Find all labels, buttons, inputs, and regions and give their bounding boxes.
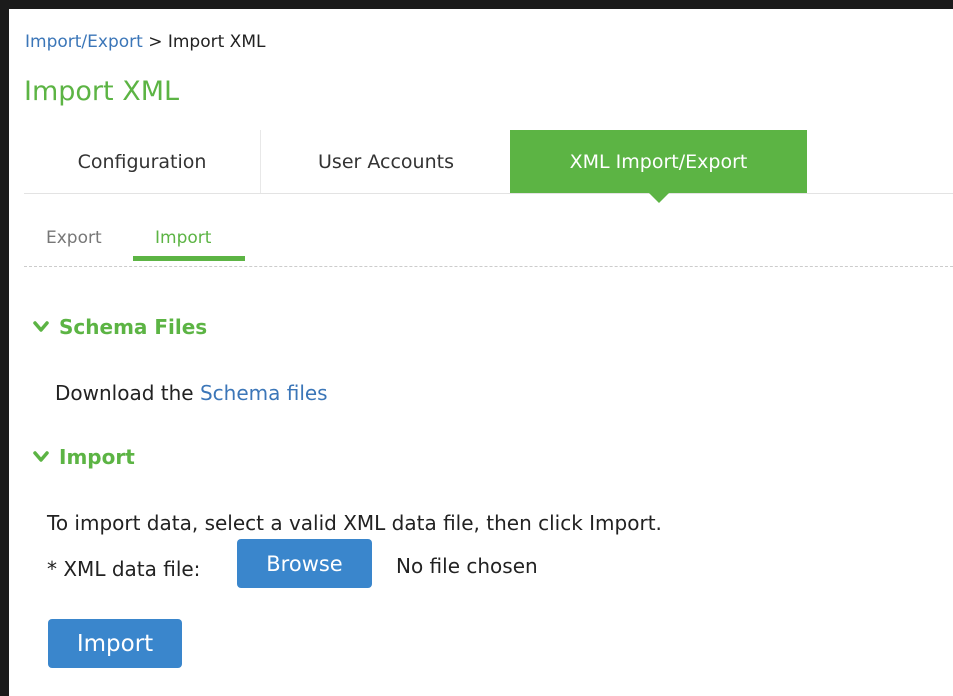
xml-file-label: * XML data file: [47,557,201,581]
active-tab-caret-icon [648,193,669,203]
import-instructions: To import data, select a valid XML data … [47,511,662,535]
file-chosen-status: No file chosen [396,554,538,578]
main-tabs: Configuration User Accounts XML Import/E… [24,130,953,203]
browse-button[interactable]: Browse [237,539,372,588]
import-button-label: Import [76,630,154,657]
breadcrumb-link-import-export[interactable]: Import/Export [25,32,143,52]
tab-user-accounts[interactable]: User Accounts [260,130,511,193]
tab-label: User Accounts [318,150,454,173]
chevron-down-icon [33,451,49,462]
breadcrumb-separator: > [148,32,163,52]
download-prefix: Download the [55,381,194,405]
page-title: Import XML [24,76,180,107]
subtab-import[interactable]: Import [155,228,211,248]
main-panel: Import/Export > Import XML Import XML Co… [9,9,953,696]
tab-configuration[interactable]: Configuration [24,130,260,193]
section-title: Import [59,445,135,469]
import-section-toggle[interactable]: Import [33,445,135,469]
active-subtab-indicator [133,256,245,261]
tab-xml-import-export[interactable]: XML Import/Export [510,130,807,203]
breadcrumb-current: Import XML [167,32,266,52]
section-title: Schema Files [59,315,208,339]
schema-files-link[interactable]: Schema files [200,381,328,405]
import-button[interactable]: Import [48,619,182,668]
tab-label: XML Import/Export [569,150,748,173]
sub-tabs: Export Import [24,224,953,267]
tab-label: Configuration [77,150,207,173]
subtab-export[interactable]: Export [46,228,102,248]
schema-files-section-toggle[interactable]: Schema Files [33,315,207,339]
chevron-down-icon [33,321,49,332]
schema-download-text: Download the Schema files [55,381,328,405]
browse-button-label: Browse [266,551,343,576]
breadcrumb: Import/Export > Import XML [25,32,265,52]
